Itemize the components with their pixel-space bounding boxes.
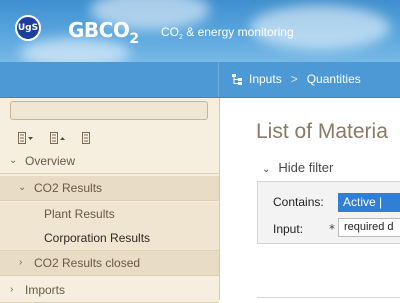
page-title: List of Materia [256,120,388,143]
sidebar-search-input[interactable] [10,101,208,120]
sidebar-item-label: Corporation Results [44,231,151,245]
hide-filter-label: Hide filter [278,160,334,175]
tagline-rest: & energy monitoring [182,25,294,39]
divider [257,297,400,298]
app-tagline: CO2 & energy monitoring [161,25,294,41]
sidebar-item-label: Overview [25,154,76,168]
breadcrumb: Inputs > Quantities [232,72,361,86]
breadcrumb-quantities[interactable]: Quantities [307,72,361,86]
contains-label: Contains: [273,195,324,209]
sidebar-item-corporation-results[interactable]: Corporation Results [0,226,219,251]
tagline-prefix: CO [161,25,179,39]
chevron-down-icon: ⌄ [18,182,27,193]
nav-bar: Inputs > Quantities [0,62,400,98]
sidebar-item-label: CO2 Results closed [34,256,141,270]
sidebar-item-plant-results[interactable]: Plant Results [0,202,219,227]
contains-select[interactable]: Active | [338,193,400,212]
chevron-down-icon: ⌄ [9,155,18,166]
required-marker: * [329,222,335,236]
input-field[interactable]: required d [338,218,400,237]
sidebar: ⌄ Overview ⌄ CO2 Results Plant Results C… [0,98,220,303]
nav-divider [218,62,219,97]
sidebar-item-label: CO2 Results [34,181,103,195]
breadcrumb-inputs[interactable]: Inputs [249,72,282,86]
tagline-subscript: 2 [179,34,183,41]
company-logo[interactable]: UgS [15,15,41,41]
input-label: Input: [273,222,304,236]
chevron-down-icon: ⌄ [262,164,271,175]
sidebar-item-co2-results[interactable]: ⌄ CO2 Results [0,176,219,201]
tree-toolbar [18,129,100,144]
sidebar-item-overview[interactable]: ⌄ Overview [0,149,219,174]
chevron-right-icon: › [10,284,14,295]
app-brand[interactable]: GBCO2 [68,18,139,47]
sidebar-item-label: Plant Results [44,207,115,221]
collapse-all-icon[interactable] [50,129,68,144]
document-icon[interactable] [82,129,100,144]
sitemap-icon [232,73,243,85]
sidebar-item-imports[interactable]: › Imports [0,278,219,303]
filter-panel: Contains: Active | Input: * required d [257,181,400,244]
hide-filter-toggle[interactable]: ⌄ Hide filter [262,160,333,175]
app-header: UgS GBCO2 CO2 & energy monitoring [0,0,400,62]
chevron-right-icon: › [19,257,23,268]
sidebar-item-label: Imports [25,283,66,297]
breadcrumb-separator: > [290,72,298,86]
sidebar-item-co2-results-closed[interactable]: › CO2 Results closed [0,251,219,276]
expand-all-icon[interactable] [18,129,36,144]
brand-main: GBCO [68,18,130,42]
brand-subscript: 2 [129,31,139,47]
